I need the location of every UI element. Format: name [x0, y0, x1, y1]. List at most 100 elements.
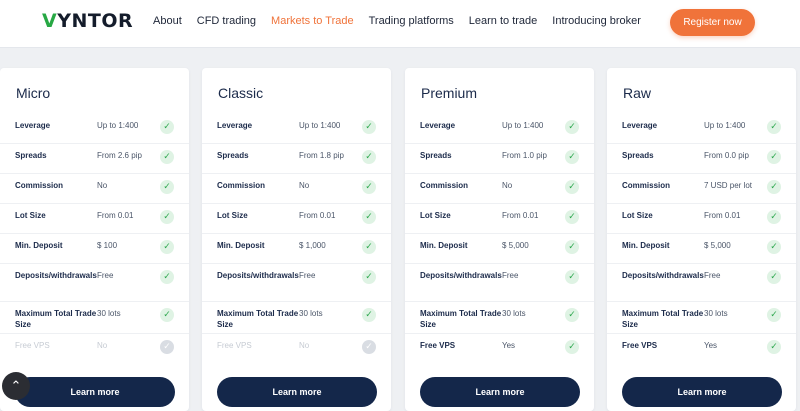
- card-title: Raw: [623, 85, 652, 101]
- feature-label: Leverage: [15, 121, 51, 130]
- feature-value: From 1.8 pip: [299, 151, 344, 160]
- check-icon: ✓: [565, 180, 579, 194]
- feature-value: Up to 1:400: [299, 121, 341, 130]
- check-icon: ✓: [362, 210, 376, 224]
- feature-label: Leverage: [217, 121, 253, 130]
- check-icon: ✓: [565, 210, 579, 224]
- feature-label: Lot Size: [15, 211, 46, 220]
- feature-row: Lot Size From 0.01 ✓: [607, 204, 796, 234]
- learn-more-button-micro[interactable]: Learn more: [15, 377, 175, 407]
- feature-row: Commission No ✓: [405, 174, 594, 204]
- check-icon: ✓: [362, 270, 376, 284]
- feature-value: Free: [299, 271, 316, 280]
- nav-item-learn-to-trade[interactable]: Learn to trade: [469, 15, 538, 27]
- check-icon: ✓: [565, 120, 579, 134]
- feature-row: Lot Size From 0.01 ✓: [405, 204, 594, 234]
- feature-label: Commission: [217, 181, 266, 190]
- feature-value: From 0.01: [502, 211, 539, 220]
- feature-value: From 0.01: [299, 211, 336, 220]
- feature-row: Spreads From 1.8 pip ✓: [202, 144, 391, 174]
- logo-text: YNTOR: [57, 10, 134, 32]
- feature-value: No: [97, 181, 108, 190]
- feature-value: From 0.01: [97, 211, 134, 220]
- register-button[interactable]: Register now: [670, 9, 755, 36]
- feature-label: Deposits/withdrawals: [15, 271, 97, 280]
- check-icon: ✓: [362, 150, 376, 164]
- feature-label: Free VPS: [622, 341, 658, 350]
- feature-value: Up to 1:400: [704, 121, 746, 130]
- feature-label: Deposits/withdrawals: [217, 271, 299, 280]
- feature-value: No: [299, 341, 310, 350]
- feature-row: Min. Deposit $ 1,000 ✓: [202, 234, 391, 264]
- account-type-cards: Micro Leverage Up to 1:400 ✓ Spreads From 2.6…: [0, 68, 800, 411]
- learn-more-button-premium[interactable]: Learn more: [420, 377, 580, 407]
- check-icon: ✓: [565, 270, 579, 284]
- feature-value: Yes: [502, 341, 516, 350]
- feature-label: Min. Deposit: [217, 241, 265, 250]
- feature-row: Spreads From 0.0 pip ✓: [607, 144, 796, 174]
- feature-row: Free VPS Yes ✓: [607, 334, 796, 364]
- feature-value: From 0.0 pip: [704, 151, 749, 160]
- learn-more-button-raw[interactable]: Learn more: [622, 377, 782, 407]
- feature-value: $ 100: [97, 241, 118, 250]
- feature-value: From 1.0 pip: [502, 151, 547, 160]
- check-icon: ✓: [160, 270, 174, 284]
- nav-item-trading-platforms[interactable]: Trading platforms: [369, 15, 454, 27]
- feature-value: $ 1,000: [299, 241, 326, 250]
- feature-row: Min. Deposit $ 100 ✓: [0, 234, 189, 264]
- check-icon: ✓: [362, 120, 376, 134]
- feature-row: Maximum Total Trade Size 30 lots ✓: [607, 302, 796, 334]
- feature-label: Min. Deposit: [622, 241, 670, 250]
- logo-mark: V: [42, 10, 58, 32]
- chevron-up-icon: ⌃: [10, 378, 22, 394]
- site-header: V YNTOR About CFD trading Markets to Trad…: [0, 0, 800, 48]
- nav-item-cfd-trading[interactable]: CFD trading: [197, 15, 256, 27]
- feature-row: Commission 7 USD per lot ✓: [607, 174, 796, 204]
- feature-label: Spreads: [217, 151, 249, 160]
- feature-label: Lot Size: [217, 211, 248, 220]
- feature-row: Deposits/withdrawals Free ✓: [202, 264, 391, 302]
- check-icon: ✓: [767, 340, 781, 354]
- feature-row: Leverage Up to 1:400 ✓: [202, 114, 391, 144]
- nav-item-introducing-broker[interactable]: Introducing broker: [552, 15, 641, 27]
- feature-row: Spreads From 1.0 pip ✓: [405, 144, 594, 174]
- feature-value: 30 lots: [97, 309, 121, 318]
- account-card-micro: Micro Leverage Up to 1:400 ✓ Spreads From 2.6…: [0, 68, 189, 411]
- brand-logo[interactable]: V YNTOR: [42, 10, 133, 32]
- feature-value: 30 lots: [299, 309, 323, 318]
- feature-row: Deposits/withdrawals Free ✓: [0, 264, 189, 302]
- nav-item-about[interactable]: About: [153, 15, 182, 27]
- check-icon: ✓: [160, 308, 174, 322]
- feature-value: $ 5,000: [502, 241, 529, 250]
- feature-row: Free VPS No ✓: [0, 334, 189, 364]
- check-icon: ✓: [767, 210, 781, 224]
- feature-value: Free: [97, 271, 114, 280]
- scroll-to-top-button[interactable]: ⌃: [2, 372, 30, 400]
- nav-item-markets-to-trade[interactable]: Markets to Trade: [271, 15, 354, 27]
- feature-value: Yes: [704, 341, 718, 350]
- card-title: Micro: [16, 85, 51, 101]
- feature-value: Free: [502, 271, 519, 280]
- feature-label: Maximum Total Trade Size: [15, 309, 97, 329]
- learn-more-button-classic[interactable]: Learn more: [217, 377, 377, 407]
- feature-row: Deposits/withdrawals Free ✓: [607, 264, 796, 302]
- feature-row: Min. Deposit $ 5,000 ✓: [607, 234, 796, 264]
- feature-label: Leverage: [622, 121, 658, 130]
- feature-value: From 2.6 pip: [97, 151, 142, 160]
- feature-label: Spreads: [15, 151, 47, 160]
- feature-label: Deposits/withdrawals: [420, 271, 502, 280]
- account-card-premium: Premium Leverage Up to 1:400 ✓ Spreads From 1…: [405, 68, 594, 411]
- check-icon: ✓: [160, 340, 174, 354]
- feature-label: Free VPS: [217, 341, 252, 350]
- feature-value: Up to 1:400: [97, 121, 139, 130]
- check-icon: ✓: [160, 150, 174, 164]
- feature-label: Min. Deposit: [15, 241, 63, 250]
- feature-label: Lot Size: [622, 211, 653, 220]
- feature-label: Maximum Total Trade Size: [420, 309, 502, 329]
- check-icon: ✓: [767, 150, 781, 164]
- feature-value: No: [299, 181, 310, 190]
- check-icon: ✓: [160, 210, 174, 224]
- feature-label: Deposits/withdrawals: [622, 271, 704, 280]
- feature-label: Lot Size: [420, 211, 451, 220]
- feature-label: Min. Deposit: [420, 241, 468, 250]
